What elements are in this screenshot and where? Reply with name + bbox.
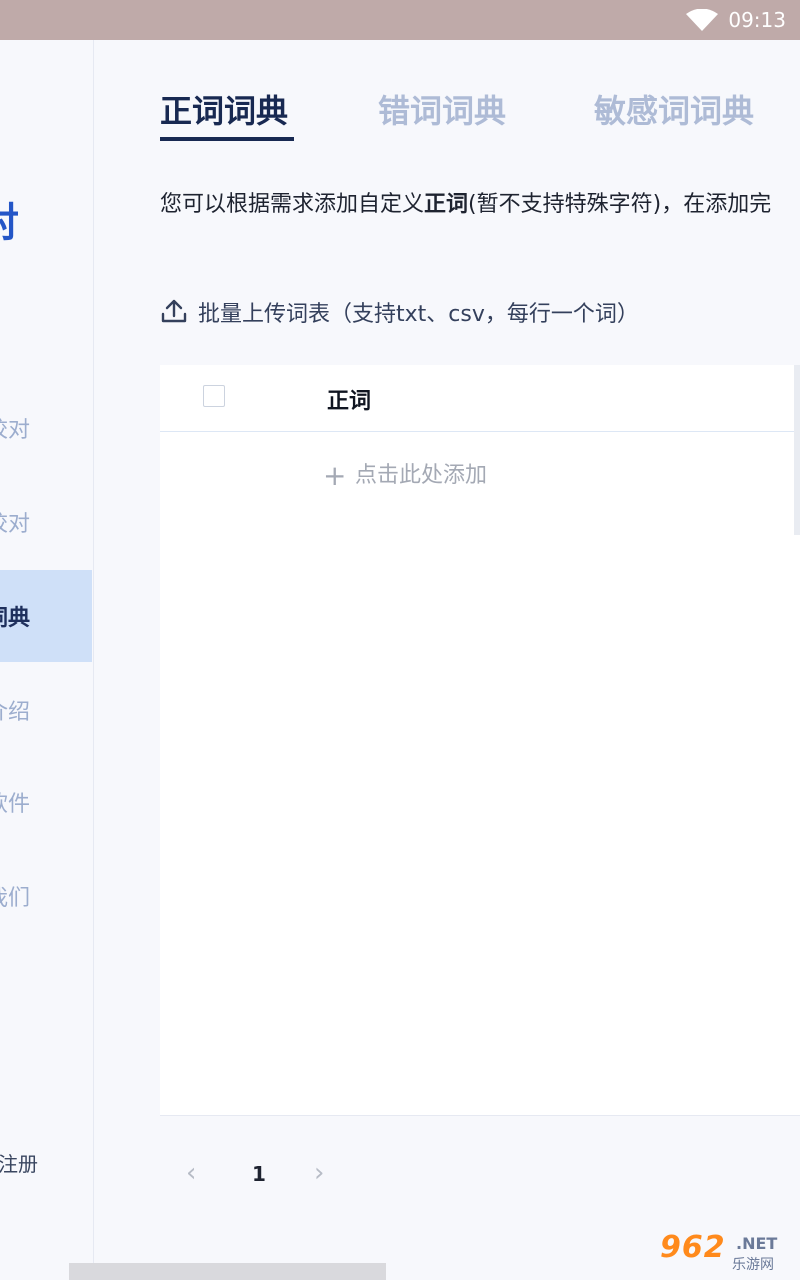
- sidebar-item-label: 校对: [0, 512, 30, 537]
- scrollbar[interactable]: [794, 365, 800, 535]
- add-word-label: 点击此处添加: [355, 463, 488, 488]
- bottom-scroll-handle[interactable]: [69, 1263, 386, 1280]
- sidebar-item-6[interactable]: 我们: [0, 850, 92, 942]
- sidebar-brand: 对: [0, 190, 19, 248]
- tab-sensitive-words[interactable]: 敏感词词典: [594, 86, 754, 132]
- sidebar-item-label: 词典: [0, 606, 30, 631]
- word-table: 正词 + 点击此处添加: [160, 365, 800, 1116]
- register-link[interactable]: 注册: [0, 1148, 38, 1177]
- sidebar: 对 校对 校对 词典 介绍 软件 我们 注册: [0, 40, 94, 1280]
- description-prefix: 您可以根据需求添加自定义: [160, 192, 425, 217]
- sidebar-item-5[interactable]: 软件: [0, 756, 92, 848]
- sidebar-item-label: 软件: [0, 792, 30, 817]
- wifi-icon: [686, 9, 718, 31]
- sidebar-item-label: 校对: [0, 418, 30, 443]
- description-suffix: (暂不支持特殊字符)，在添加完: [468, 192, 772, 217]
- chevron-left-icon[interactable]: ‹: [186, 1158, 196, 1188]
- column-header-positive-word: 正词: [327, 389, 372, 414]
- sidebar-item-2[interactable]: 校对: [0, 476, 92, 568]
- watermark-sub: 乐游网: [732, 1257, 774, 1273]
- description-bold: 正词: [424, 192, 469, 217]
- upload-icon: [161, 299, 187, 323]
- chevron-right-icon[interactable]: ›: [314, 1158, 324, 1188]
- watermark-logo: 962 .NET 乐游网: [654, 1230, 792, 1274]
- sidebar-item-label: 介绍: [0, 700, 30, 725]
- sidebar-item-4[interactable]: 介绍: [0, 664, 92, 756]
- description-text: 您可以根据需求添加自定义正词(暂不支持特殊字符)，在添加完: [160, 186, 771, 218]
- watermark-net: .NET: [736, 1234, 778, 1253]
- page-number[interactable]: 1: [252, 1162, 266, 1186]
- tab-positive-words[interactable]: 正词词典: [160, 86, 288, 132]
- status-time: 09:13: [728, 8, 786, 32]
- sidebar-item-1[interactable]: 校对: [0, 382, 92, 474]
- table-header: 正词: [160, 365, 800, 432]
- add-word-button[interactable]: + 点击此处添加: [323, 457, 487, 492]
- plus-icon: +: [323, 459, 347, 492]
- status-bar: 09:13: [0, 0, 800, 40]
- select-all-checkbox[interactable]: [203, 385, 225, 407]
- upload-label: 批量上传词表（支持txt、csv，每行一个词）: [198, 302, 639, 327]
- watermark-brand: 962: [660, 1230, 726, 1265]
- tab-wrong-words[interactable]: 错词词典: [378, 86, 506, 132]
- sidebar-item-label: 我们: [0, 886, 30, 911]
- sidebar-item-dictionary[interactable]: 词典: [0, 570, 92, 662]
- active-tab-underline: [160, 137, 294, 141]
